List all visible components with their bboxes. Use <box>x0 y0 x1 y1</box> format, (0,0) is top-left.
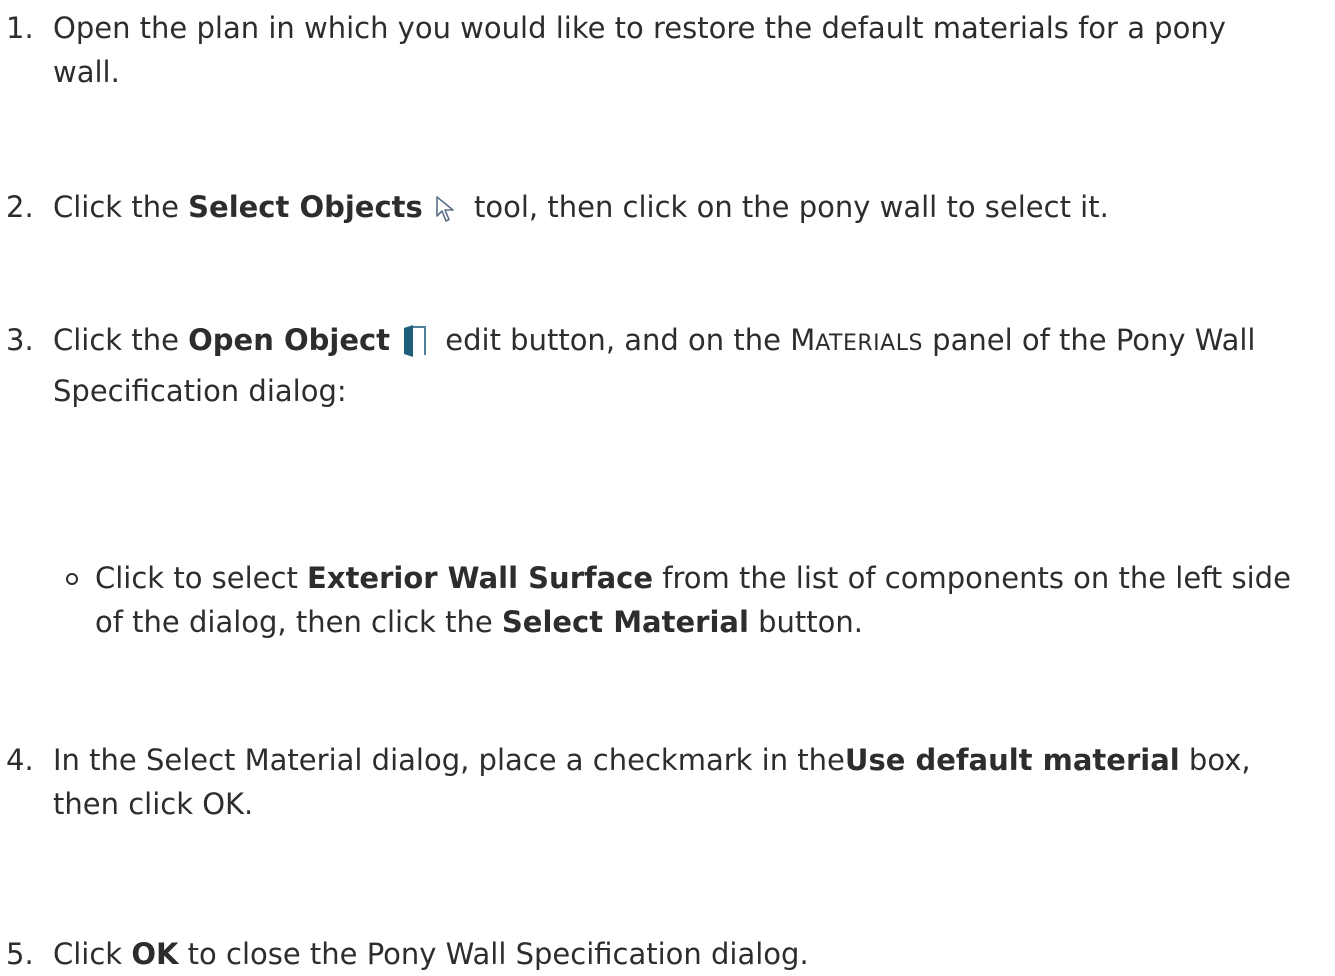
step-text: Click the Open Object edit button, and o… <box>53 318 1333 413</box>
step-line: Specification dialog: <box>53 374 347 408</box>
step-line: Click the Open Object edit button, and o… <box>53 318 1333 369</box>
step-line: then click OK. <box>53 787 254 821</box>
step-text-suffix: to close the Pony Wall Specification dia… <box>178 937 809 971</box>
ok-label: OK <box>131 937 179 971</box>
step-number: 5. <box>6 937 34 971</box>
step-text-prefix: Click the <box>53 323 189 357</box>
step-line: In the Select Material dialog, place a c… <box>53 738 1333 782</box>
step-line: of the dialog, then click the Select Mat… <box>95 600 1335 644</box>
step-number: 1. <box>6 11 34 45</box>
step-text-prefix: Click the <box>53 190 189 224</box>
step-text: Click the Select Objects tool, then clic… <box>53 185 1333 236</box>
step-line: Open the plan in which you would like to… <box>53 11 1226 45</box>
materials-panel-label-rest: ATERIALS <box>815 331 923 356</box>
step-line: Click to select Exterior Wall Surface fr… <box>95 556 1335 600</box>
step-text: In the Select Material dialog, place a c… <box>53 738 1333 826</box>
sub-text-prefix: Click to select <box>95 561 308 595</box>
step-text-prefix: Click <box>53 937 132 971</box>
step-text-suffix: box, <box>1179 743 1251 777</box>
sub-text-middle: from the list of components on the left … <box>653 561 1291 595</box>
select-material-label: Select Material <box>501 605 749 639</box>
sub-text-suffix: button. <box>748 605 864 639</box>
select-objects-label: Select Objects <box>188 190 423 224</box>
open-object-label: Open Object <box>188 323 391 357</box>
step-text-prefix: In the Select Material dialog, place a c… <box>53 743 845 777</box>
materials-panel-label-first: M <box>790 323 816 357</box>
step-text: Click OK to close the Pony Wall Specific… <box>53 932 1333 976</box>
open-object-icon <box>400 325 430 369</box>
step-text: Open the plan in which you would like to… <box>53 6 1333 94</box>
sub-item-text: Click to select Exterior Wall Surface fr… <box>95 556 1335 644</box>
step-number: 4. <box>6 743 34 777</box>
sub-text-prefix2: of the dialog, then click the <box>95 605 502 639</box>
step-text-suffix: panel of the Pony Wall <box>922 323 1256 357</box>
step-line: wall. <box>53 55 120 89</box>
exterior-wall-surface-label: Exterior Wall Surface <box>307 561 654 595</box>
step-text-middle: edit button, and on the <box>436 323 791 357</box>
bullet-circle-icon <box>66 573 78 585</box>
step-text-suffix: tool, then click on the pony wall to sel… <box>464 190 1109 224</box>
step-number: 2. <box>6 190 34 224</box>
select-objects-arrow-icon <box>433 192 459 236</box>
step-number: 3. <box>6 323 34 357</box>
use-default-material-label: Use default material <box>844 743 1180 777</box>
